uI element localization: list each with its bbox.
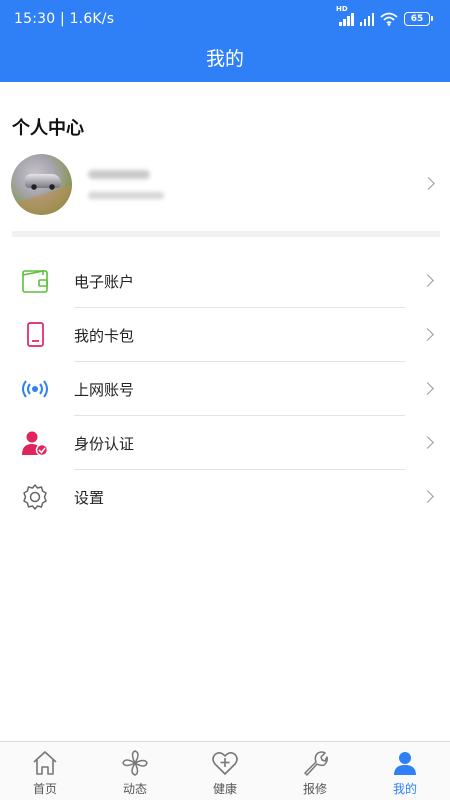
wifi-icon <box>380 12 398 26</box>
chevron-right-icon <box>421 328 434 341</box>
tab-label: 报修 <box>302 782 327 796</box>
battery-indicator: 65 <box>404 12 433 26</box>
avatar[interactable] <box>11 154 72 215</box>
pinwheel-icon <box>122 750 148 776</box>
menu-item-card-wallet[interactable]: 我的卡包 <box>0 308 450 362</box>
menu-item-identity-verification[interactable]: 身份认证 <box>0 416 450 470</box>
wrench-icon <box>304 751 328 776</box>
tab-repair[interactable]: 报修 <box>270 742 360 800</box>
card-icon <box>21 321 49 349</box>
profile-card[interactable] <box>0 152 450 218</box>
menu-item-label: 身份认证 <box>74 435 135 453</box>
menu-list: 电子账户 我的卡包 上网账号 身份认证 设置 <box>0 254 450 524</box>
menu-item-label: 上网账号 <box>74 381 135 399</box>
tab-news[interactable]: 动态 <box>90 742 180 800</box>
user-icon <box>394 752 416 775</box>
chevron-right-icon <box>422 177 435 190</box>
chevron-right-icon <box>421 436 434 449</box>
tab-label: 我的 <box>392 782 417 796</box>
chevron-right-icon <box>421 490 434 503</box>
status-icons: HD 65 <box>336 5 433 29</box>
bottom-tab-bar: 首页 动态 健康 报修 我的 <box>0 741 450 800</box>
signal-icon <box>359 12 374 26</box>
tab-label: 首页 <box>32 782 57 796</box>
menu-item-e-account[interactable]: 电子账户 <box>0 254 450 308</box>
menu-item-network-account[interactable]: 上网账号 <box>0 362 450 416</box>
redacted-account <box>88 192 164 199</box>
avatar-car-image <box>25 174 61 190</box>
heart-plus-icon <box>212 752 238 775</box>
status-bar: 15:30 | 1.6K/s HD 65 <box>0 0 450 38</box>
menu-item-settings[interactable]: 设置 <box>0 470 450 524</box>
wallet-icon <box>21 267 49 295</box>
redacted-username <box>88 170 150 179</box>
menu-item-label: 电子账户 <box>74 273 135 291</box>
section-title: 个人中心 <box>12 118 84 139</box>
wireless-icon <box>21 375 49 403</box>
signal-hd-icon: HD <box>336 5 354 26</box>
menu-item-label: 我的卡包 <box>74 327 135 345</box>
signal-hd-label: HD <box>336 5 348 13</box>
chevron-right-icon <box>421 274 434 287</box>
menu-item-label: 设置 <box>74 489 105 507</box>
tab-health[interactable]: 健康 <box>180 742 270 800</box>
page-title: 我的 <box>205 48 244 70</box>
tab-mine[interactable]: 我的 <box>360 742 450 800</box>
chevron-right-icon <box>421 382 434 395</box>
section-divider <box>12 231 440 237</box>
app-header: 15:30 | 1.6K/s HD 65 我的 <box>0 0 450 82</box>
tab-label: 动态 <box>122 782 147 796</box>
user-verified-icon <box>21 429 49 457</box>
home-icon <box>33 751 57 775</box>
tab-home[interactable]: 首页 <box>0 742 90 800</box>
status-time-speed: 15:30 | 1.6K/s <box>14 11 115 27</box>
tab-label: 健康 <box>212 782 237 796</box>
gear-icon <box>21 483 49 511</box>
